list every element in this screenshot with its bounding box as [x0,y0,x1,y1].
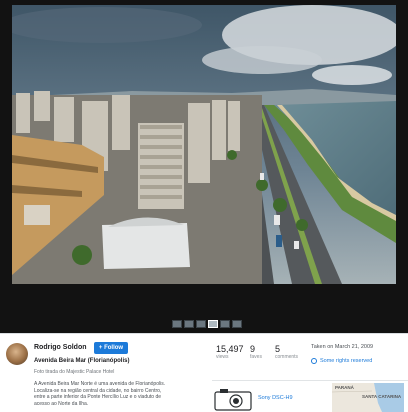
stat-comments[interactable]: 5 comments [275,344,298,360]
taken-date[interactable]: Taken on March 21, 2009 [311,344,373,350]
author-name[interactable]: Rodrigo Soldon [34,344,87,351]
photo-viewer [0,0,408,333]
filmstrip-thumb[interactable] [220,320,230,328]
stat-faves[interactable]: 9 faves [250,344,262,360]
stat-views-value: 15,497 [216,344,244,354]
filmstrip-thumb[interactable] [172,320,182,328]
map-label: SANTA CATARINA [362,394,402,399]
filmstrip-thumb[interactable] [232,320,242,328]
filmstrip-thumb[interactable] [196,320,206,328]
stat-comments-label: comments [275,354,299,360]
stat-faves-label: faves [250,354,262,360]
filmstrip [172,320,242,328]
photo-info-panel: Rodrigo Soldon + Follow Avenida Beira Ma… [0,333,408,412]
camera-model-link[interactable]: Sony DSC-H9 [258,395,293,401]
map-label: PARANÁ [335,385,354,390]
city-photo-image [12,5,396,284]
stat-views: 15,497 views [216,344,244,360]
location-map[interactable]: PARANÁ SANTA CATARINA [332,383,404,412]
avatar[interactable] [6,343,28,365]
filmstrip-thumb-current[interactable] [208,320,218,328]
divider [212,380,408,381]
photo-subtitle: Foto tirada do Majestic Palace Hotel [34,369,115,375]
photo-description: A Avenida Beira Mar Norte é uma avenida … [34,381,166,407]
camera-icon [214,389,252,411]
stat-views-label: views [216,354,229,360]
follow-button[interactable]: + Follow [94,342,128,354]
stat-comments-value: 5 [275,344,281,354]
stat-faves-value: 9 [250,344,256,354]
license-link[interactable]: Some rights reserved [311,358,372,364]
photo-title: Avenida Beira Mar (Florianópolis) [34,358,130,364]
license-icon [311,358,317,364]
filmstrip-thumb[interactable] [184,320,194,328]
license-label: Some rights reserved [320,358,373,364]
main-photo[interactable] [12,5,396,284]
